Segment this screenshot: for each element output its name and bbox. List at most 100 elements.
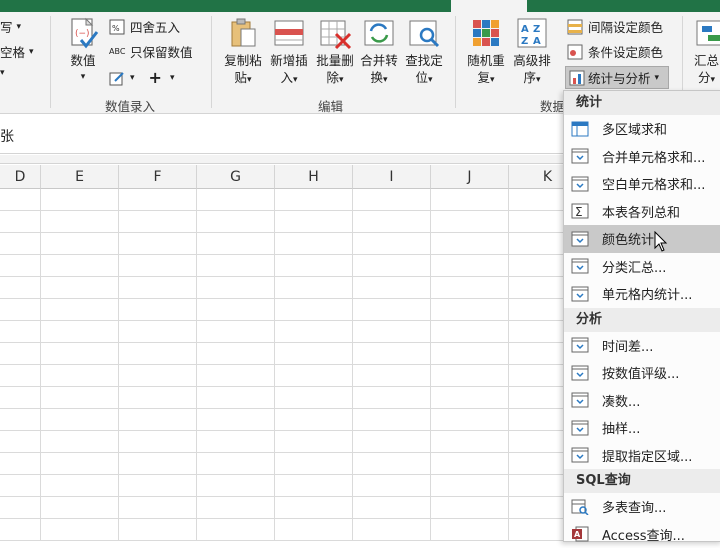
menu-item-label: 凑数... (602, 391, 640, 410)
menu-item-label: 多区域求和 (602, 119, 667, 138)
advanced-sort-button[interactable]: A Z Z A 高级排 序▾ (509, 16, 555, 89)
advanced-sort-label-1: 高级排 (509, 52, 555, 69)
stats-analysis-button[interactable]: 统计与分析 ▾ (565, 66, 669, 89)
find-locate-button[interactable]: 查找定 位▾ (401, 16, 447, 89)
svg-text:A: A (521, 24, 529, 35)
dialog-icon (571, 337, 589, 353)
value-button[interactable]: (−) 数值 ▾ (60, 16, 106, 86)
chevron-down-icon: ▾ (247, 75, 252, 85)
group-separator (455, 16, 456, 108)
menu-item-in-cell-stats[interactable]: 单元格内统计... (564, 280, 720, 308)
menu-item-multi-range-sum[interactable]: 多区域求和 (564, 115, 720, 143)
column-header[interactable]: D (0, 165, 41, 189)
column-header[interactable]: H (275, 165, 353, 189)
chevron-down-icon: ▾ (655, 73, 660, 83)
menu-item-label: 分类汇总... (602, 257, 666, 276)
value-icon: (−) (66, 16, 100, 50)
batch-delete-label-2-text: 除 (326, 70, 339, 85)
dialog-icon (571, 365, 589, 381)
partial-item-1[interactable]: 写 ▾ (0, 17, 21, 36)
svg-text:%: % (112, 24, 120, 33)
chevron-down-icon[interactable]: ▾ (0, 68, 5, 78)
active-tab-marker[interactable] (451, 0, 527, 12)
column-header[interactable]: J (431, 165, 509, 189)
dialog-icon (571, 286, 589, 302)
svg-text:(−): (−) (75, 29, 90, 39)
menu-item-access-query[interactable]: A Access查询... (564, 521, 720, 548)
conditional-color-button[interactable]: 条件设定颜色 (567, 42, 663, 61)
menu-item-color-stats[interactable]: 颜色统计 (564, 225, 720, 253)
stats-analysis-label: 统计与分析 (588, 68, 651, 87)
insert-new-button[interactable]: 新增插 入▾ (266, 16, 312, 89)
table-search-icon (571, 499, 589, 515)
summary-label-2-text: 分 (698, 70, 711, 85)
dialog-icon (571, 392, 589, 408)
menu-item-blank-cell-sum[interactable]: 空白单元格求和... (564, 170, 720, 198)
mouse-cursor-icon (654, 231, 668, 253)
stats-analysis-menu: 统计 多区域求和 合并单元格求和... 空白单元格求和... Σ 本表各列总和 … (563, 90, 720, 542)
menu-item-extract-range[interactable]: 提取指定区域... (564, 442, 720, 470)
chevron-down-icon: ▾ (490, 75, 495, 85)
chevron-down-icon: ▾ (29, 47, 34, 57)
dialog-icon (571, 420, 589, 436)
edit-group-label: 编辑 (318, 96, 343, 115)
extra-tools-row: ▾ + ▾ (109, 68, 174, 87)
copy-paste-button[interactable]: 复制粘 贴▾ (220, 16, 266, 89)
find-locate-label-1: 查找定 (401, 52, 447, 69)
chevron-down-icon: ▾ (536, 75, 541, 85)
interval-color-button[interactable]: 间隔设定颜色 (567, 17, 663, 36)
menu-item-category-summary[interactable]: 分类汇总... (564, 253, 720, 281)
menu-item-column-totals[interactable]: Σ 本表各列总和 (564, 198, 720, 226)
random-repeat-button[interactable]: 随机重 复▾ (463, 16, 509, 89)
batch-delete-button[interactable]: 批量删 除▾ (312, 16, 358, 89)
plus-icon[interactable]: + (149, 68, 162, 87)
menu-item-time-diff[interactable]: 时间差... (564, 332, 720, 360)
abc-icon: ABC (109, 44, 125, 60)
chevron-down-icon: ▾ (339, 75, 344, 85)
menu-item-sampling[interactable]: 抽样... (564, 414, 720, 442)
partial-item-2[interactable]: 空格 ▾ (0, 42, 34, 61)
round-button[interactable]: % 四舍五入 (109, 17, 180, 36)
data-group-label: 数据 (540, 96, 565, 115)
svg-text:Z: Z (533, 24, 540, 35)
menu-item-merged-cell-sum[interactable]: 合并单元格求和... (564, 143, 720, 171)
merge-convert-label-2-text: 换 (370, 70, 383, 85)
title-bar (0, 0, 720, 12)
formula-bar-text: 张 (0, 126, 14, 146)
stats-icon (569, 70, 585, 86)
svg-text:A: A (574, 530, 581, 539)
summary-button[interactable]: 汇总 分▾ (686, 16, 720, 89)
insert-new-label-1: 新增插 (266, 52, 312, 69)
menu-item-label: 合并单元格求和... (602, 147, 705, 166)
dialog-icon (571, 148, 589, 164)
column-header[interactable]: I (353, 165, 431, 189)
color-bars-icon (469, 16, 503, 50)
column-header[interactable]: G (197, 165, 275, 189)
column-header[interactable]: E (41, 165, 119, 189)
window-icon (571, 121, 589, 137)
advanced-sort-label-2-text: 序 (523, 70, 536, 85)
menu-item-multi-table-query[interactable]: 多表查询... (564, 493, 720, 521)
menu-item-value-rating[interactable]: 按数值评级... (564, 359, 720, 387)
svg-text:A: A (533, 36, 541, 47)
copy-paste-label-1: 复制粘 (220, 52, 266, 69)
conditional-format-icon (567, 44, 583, 60)
summary-icon (694, 16, 720, 50)
chevron-down-icon[interactable]: ▾ (130, 73, 135, 83)
menu-item-label: 按数值评级... (602, 363, 679, 382)
merge-convert-button[interactable]: 合并转 换▾ (356, 16, 402, 89)
menu-item-label: 单元格内统计... (602, 284, 692, 303)
svg-text:Σ: Σ (575, 205, 583, 219)
menu-item-label: 本表各列总和 (602, 202, 680, 221)
column-header[interactable]: F (119, 165, 197, 189)
edit-cell-icon[interactable] (109, 70, 125, 86)
group-separator (211, 16, 212, 108)
menu-item-make-up-sum[interactable]: 凑数... (564, 387, 720, 415)
chevron-down-icon[interactable]: ▾ (170, 73, 175, 83)
menu-item-label: 多表查询... (602, 497, 666, 516)
svg-text:Z: Z (521, 36, 528, 47)
keep-value-button[interactable]: ABC 只保留数值 (109, 42, 193, 61)
value-button-label: 数值 (60, 52, 106, 69)
summary-label-2: 分▾ (686, 69, 720, 89)
menu-item-label: 时间差... (602, 336, 653, 355)
